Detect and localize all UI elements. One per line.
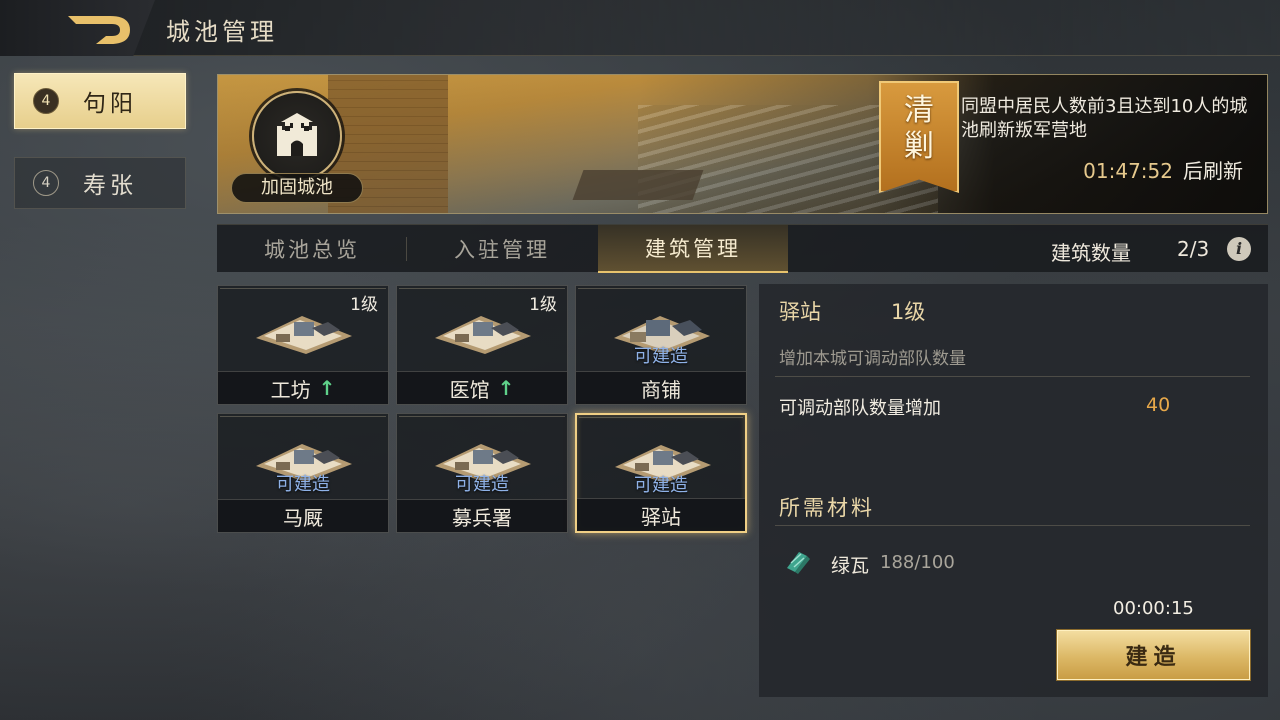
building-name-bar: 马厩 xyxy=(218,499,388,532)
fortify-city-label[interactable]: 加固城池 xyxy=(231,173,363,203)
tab-city-overview[interactable]: 城池总览 xyxy=(217,225,407,273)
refresh-countdown: 01:47:52 xyxy=(1083,159,1173,183)
city-level-badge: 4 xyxy=(33,88,59,114)
buildable-label: 可建造 xyxy=(455,474,509,495)
building-count-value: 2/3 xyxy=(1177,237,1210,261)
building-name: 马厩 xyxy=(283,505,323,530)
building-name-bar: 募兵署 xyxy=(397,499,567,532)
tab-garrison-management[interactable]: 入驻管理 xyxy=(407,225,597,273)
building-name: 募兵署 xyxy=(452,505,512,530)
detail-description: 增加本城可调动部队数量 xyxy=(779,349,966,369)
refresh-countdown-suffix: 后刷新 xyxy=(1183,159,1243,183)
city-banner: 加固城池 清 剿 同盟中居民人数前3且达到10人的城池刷新叛军营地 01:47:… xyxy=(217,74,1268,214)
building-card-workshop[interactable]: 1级 工坊 ↑ xyxy=(217,285,389,405)
building-card-post-station[interactable]: 可建造 驿站 xyxy=(575,413,747,533)
stat-value: 40 xyxy=(1146,394,1171,416)
building-card-recruitment-office[interactable]: 可建造 募兵署 xyxy=(396,413,568,533)
refresh-timer: 01:47:52 后刷新 xyxy=(1083,155,1243,184)
divider xyxy=(775,376,1250,377)
back-arrow-icon xyxy=(68,16,130,44)
building-count-label: 建筑数量 xyxy=(1051,241,1131,265)
fortify-city-button[interactable] xyxy=(252,91,342,181)
building-name: 医馆 xyxy=(449,377,490,402)
badge-char: 剿 xyxy=(904,129,934,164)
top-bar: 城池管理 xyxy=(0,0,1280,56)
building-name: 驿站 xyxy=(641,504,681,529)
buildable-label: 可建造 xyxy=(634,346,688,367)
building-card-stable[interactable]: 可建造 马厩 xyxy=(217,413,389,533)
card-frame xyxy=(220,416,386,422)
building-name-bar: 工坊 ↑ xyxy=(218,371,388,404)
back-button[interactable] xyxy=(0,0,155,56)
buildable-label: 可建造 xyxy=(634,475,688,496)
building-image xyxy=(256,316,352,354)
building-level: 1级 xyxy=(350,295,378,315)
materials-title: 所需材料 xyxy=(779,496,875,520)
building-name: 工坊 xyxy=(270,377,311,402)
city-level-badge: 4 xyxy=(33,170,59,196)
building-name: 商铺 xyxy=(641,377,681,402)
detail-building-level: 1级 xyxy=(891,300,926,324)
city-item-juyang[interactable]: 4 句阳 xyxy=(14,73,186,129)
upgrade-arrow-icon: ↑ xyxy=(497,376,515,400)
building-level: 1级 xyxy=(529,295,557,315)
building-detail-panel: 驿站 1级 增加本城可调动部队数量 可调动部队数量增加 40 所需材料 绿瓦 1… xyxy=(759,284,1268,697)
card-frame xyxy=(578,288,744,294)
card-frame xyxy=(579,417,743,423)
green-tile-icon xyxy=(787,552,810,574)
city-item-shouzhang[interactable]: 4 寿张 xyxy=(14,157,186,209)
buildable-label: 可建造 xyxy=(276,474,330,495)
material-quantity: 188/100 xyxy=(880,552,955,573)
info-icon[interactable]: i xyxy=(1227,237,1251,261)
upgrade-arrow-icon: ↑ xyxy=(318,376,336,400)
page-title: 城池管理 xyxy=(166,18,278,46)
building-name-bar: 驿站 xyxy=(577,498,745,531)
city-name: 寿张 xyxy=(83,173,137,199)
rebel-camp-description: 同盟中居民人数前3且达到10人的城池刷新叛军营地 xyxy=(961,96,1248,141)
building-name-bar: 商铺 xyxy=(576,371,746,404)
material-name: 绿瓦 xyxy=(831,555,870,577)
stat-label: 可调动部队数量增加 xyxy=(779,398,941,419)
building-image xyxy=(435,316,531,354)
card-frame xyxy=(399,416,565,422)
suppress-badge: 清 剿 xyxy=(879,81,959,193)
badge-char: 清 xyxy=(904,93,934,128)
building-card-shop[interactable]: 可建造 商铺 xyxy=(575,285,747,405)
fortress-icon xyxy=(277,113,317,156)
building-card-clinic[interactable]: 1级 医馆 ↑ xyxy=(396,285,568,405)
building-name-bar: 医馆 ↑ xyxy=(397,371,567,404)
tab-building-management[interactable]: 建筑管理 xyxy=(598,225,788,273)
build-button[interactable]: 建造 xyxy=(1057,630,1250,680)
detail-building-name: 驿站 xyxy=(779,300,821,324)
divider xyxy=(775,525,1250,526)
banner-roof xyxy=(572,170,704,200)
build-time: 00:00:15 xyxy=(1113,598,1194,619)
city-name: 句阳 xyxy=(83,91,137,117)
tab-bar: 城池总览 入驻管理 建筑管理 建筑数量 2/3 i xyxy=(217,224,1268,273)
